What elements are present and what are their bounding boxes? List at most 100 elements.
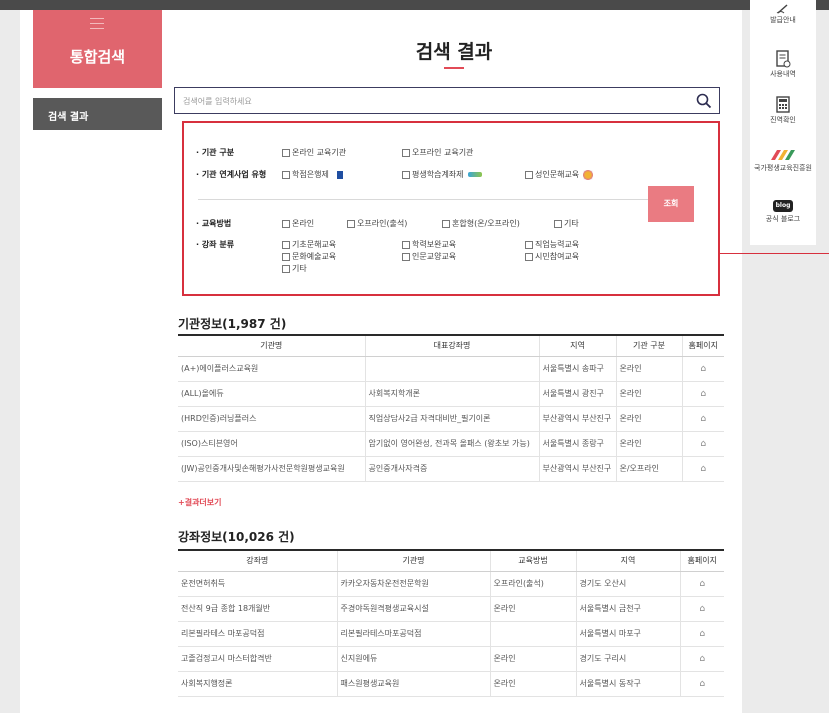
home-icon[interactable]: ⌂ (700, 364, 706, 374)
table-cell: 경기도 오산시 (575, 571, 680, 597)
checkbox[interactable] (402, 240, 410, 249)
checkbox-method-etc[interactable]: 기타 (554, 218, 579, 229)
column-header: 홈페이지 (679, 549, 724, 572)
checkbox[interactable] (554, 219, 562, 228)
menu-icon[interactable] (90, 18, 104, 33)
home-icon[interactable]: ⌂ (699, 679, 705, 689)
checkbox[interactable] (282, 264, 290, 273)
table-row[interactable]: 사회복지행정론 패스원평생교육원 온라인 서울특별시 동작구 ⌂ (178, 671, 724, 697)
checkbox[interactable] (282, 219, 290, 228)
checkbox-learning-account[interactable]: 평생학습계좌제 (402, 169, 482, 180)
search-input[interactable]: 검색어를 입력하세요 (183, 96, 252, 107)
blog-icon: blog (773, 200, 793, 212)
checkbox-academic[interactable]: 학력보완교육 (402, 239, 456, 250)
home-icon[interactable]: ⌂ (700, 414, 706, 424)
table-row[interactable]: 운전면허취득 카카오자동차운전전문학원 오프라인(출석) 경기도 오산시 ⌂ (178, 571, 724, 597)
table-cell: 온라인 (489, 671, 576, 697)
table-cell: 온라인 (489, 646, 576, 672)
column-header: 지역 (538, 334, 616, 357)
sidebar-item-search-results[interactable]: 검색 결과 (33, 98, 162, 130)
table-row[interactable]: 전산직 9급 종합 18개월반 주경야독원격평생교육시설 온라인 서울특별시 금천구 ⌂ (178, 596, 724, 622)
home-icon[interactable]: ⌂ (699, 579, 705, 589)
pen-icon (776, 4, 788, 14)
quick-item-verify[interactable]: 진역확인 (750, 96, 816, 124)
quick-item-blog[interactable]: blog 공식 블로그 (750, 200, 816, 223)
quick-menu: 발급안내 사용내역 진역확인 국가평생교육진흥원 blog 공식 블로그 (750, 0, 816, 245)
checkbox-online-institution[interactable]: 온라인 교육기관 (282, 147, 346, 158)
checkbox-civic[interactable]: 시민참여교육 (525, 251, 579, 262)
table-cell[interactable]: 전산직 9급 종합 18개월반 (178, 596, 337, 622)
table-cell: 직업상담사2급 자격대비반_필기이론 (364, 406, 539, 432)
more-results-link[interactable]: +결과더보기 (178, 497, 222, 508)
search-icon[interactable] (695, 92, 713, 110)
sidebar-header: 통합검색 (33, 10, 162, 88)
table-cell[interactable]: (ISO)스티븐영어 (178, 431, 365, 457)
home-icon[interactable]: ⌂ (700, 464, 706, 474)
checkbox-method-offline[interactable]: 오프라인(출석) (347, 218, 407, 229)
table-row[interactable]: 고졸검정고시 마스터합격반 신지원에듀 온라인 경기도 구리시 ⌂ (178, 646, 724, 672)
table-row[interactable]: 리본필라테스 마포공덕점 리본필라테스마포공덕점 서울특별시 마포구 ⌂ (178, 621, 724, 647)
checkbox[interactable] (282, 252, 290, 261)
main-content: 검색 결과 검색어를 입력하세요 · 기관 구분 온라인 교육기관 오프라인 교… (166, 10, 742, 713)
checkbox-basic-literacy[interactable]: 기초문해교육 (282, 239, 336, 250)
table-cell: 온라인 (615, 381, 682, 407)
search-bar[interactable]: 검색어를 입력하세요 (174, 87, 720, 114)
checkbox-offline-institution[interactable]: 오프라인 교육기관 (402, 147, 473, 158)
sidebar-title: 통합검색 (69, 48, 126, 66)
table-row[interactable]: (HRD인증)러닝플러스 직업상담사2급 자격대비반_필기이론 부산광역시 부산진구… (178, 406, 724, 432)
table-cell[interactable]: (JW)공인중개사및손해평가사전문학원평생교육원 (178, 456, 365, 482)
table-cell: 온라인 (615, 406, 682, 432)
table-cell[interactable]: (A+)에이플러스교육원 (178, 356, 365, 382)
quick-item-history[interactable]: 사용내역 (750, 50, 816, 78)
filter-divider (198, 199, 648, 200)
quick-item-nile[interactable]: 국가평생교육진흥원 (750, 148, 816, 172)
checkbox-adult-literacy[interactable]: 성인문해교육 (525, 169, 594, 180)
home-icon[interactable]: ⌂ (700, 439, 706, 449)
checkbox-category-etc[interactable]: 기타 (282, 263, 307, 274)
table-cell: 공인중개사자격증 (364, 456, 539, 482)
column-header: 대표강좌명 (364, 334, 539, 357)
table-cell: 부산광역시 부산진구 (538, 406, 616, 432)
checkbox[interactable] (282, 148, 290, 157)
checkbox-method-blended[interactable]: 혼합형(온/오프라인) (442, 218, 520, 229)
checkbox[interactable] (525, 170, 533, 179)
table-cell[interactable]: 리본필라테스 마포공덕점 (178, 621, 337, 647)
checkbox[interactable] (525, 252, 533, 261)
checkbox-culture-arts[interactable]: 문화예술교육 (282, 251, 336, 262)
table-row[interactable]: (ALL)올에듀 사회복지학개론 서울특별시 광진구 온라인 ⌂ (178, 381, 724, 407)
home-icon[interactable]: ⌂ (699, 629, 705, 639)
table-row[interactable]: (A+)에이플러스교육원 서울특별시 송파구 온라인 ⌂ (178, 356, 724, 382)
home-icon[interactable]: ⌂ (699, 604, 705, 614)
checkbox-humanities[interactable]: 인문교양교육 (402, 251, 456, 262)
adult-literacy-logo-icon (583, 169, 594, 180)
homepage-cell: ⌂ (679, 596, 724, 622)
credit-bank-logo-icon (332, 170, 347, 179)
checkbox-vocational[interactable]: 직업능력교육 (525, 239, 579, 250)
checkbox[interactable] (402, 252, 410, 261)
nile-logo-icon (771, 150, 795, 160)
search-submit-button[interactable]: 조회 (648, 186, 694, 222)
table-cell[interactable]: (HRD인증)러닝플러스 (178, 406, 365, 432)
checkbox[interactable] (282, 170, 290, 179)
checkbox-method-online[interactable]: 온라인 (282, 218, 314, 229)
checkbox[interactable] (402, 148, 410, 157)
home-icon[interactable]: ⌂ (699, 654, 705, 664)
homepage-cell: ⌂ (679, 646, 724, 672)
checkbox-credit-bank[interactable]: 학점은행제 (282, 169, 347, 180)
checkbox[interactable] (442, 219, 450, 228)
checkbox[interactable] (525, 240, 533, 249)
checkbox[interactable] (402, 170, 410, 179)
checkbox[interactable] (347, 219, 355, 228)
table-cell[interactable]: 사회복지행정론 (178, 671, 337, 697)
home-icon[interactable]: ⌂ (700, 389, 706, 399)
table-cell[interactable]: 고졸검정고시 마스터합격반 (178, 646, 337, 672)
checkbox[interactable] (282, 240, 290, 249)
institutions-title: 기관정보(1,987 건) (178, 317, 287, 331)
table-cell: 온라인 (615, 431, 682, 457)
table-cell[interactable]: (ALL)올에듀 (178, 381, 365, 407)
table-row[interactable]: (JW)공인중개사및손해평가사전문학원평생교육원 공인중개사자격증 부산광역시 부산… (178, 456, 724, 482)
quick-item-issue[interactable]: 발급안내 (750, 4, 816, 24)
table-cell[interactable]: 운전면허취득 (178, 571, 337, 597)
table-row[interactable]: (ISO)스티븐영어 암기없이 영어완성, 전과목 올패스 (왕초보 가능) 서울특… (178, 431, 724, 457)
table-cell: 서울특별시 동작구 (575, 671, 680, 697)
